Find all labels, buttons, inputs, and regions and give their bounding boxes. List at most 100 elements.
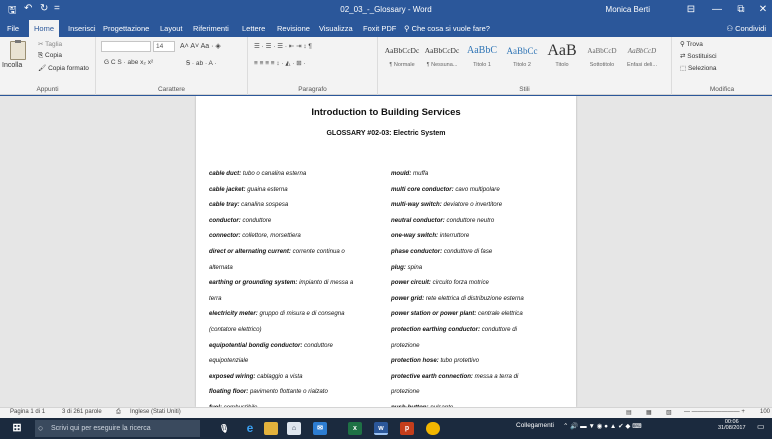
glossary-term: power circuit: (391, 279, 431, 287)
paste-button[interactable]: Incolla (2, 62, 22, 69)
notifications-icon[interactable]: ▭ (757, 422, 765, 431)
style-subtle-emphasis[interactable]: AaBbCcD Enfasi deli... (622, 40, 662, 76)
tab-references[interactable]: Riferimenti (188, 20, 234, 37)
tab-view[interactable]: Visualizza (314, 20, 358, 37)
glossary-line: cable tray: canalina sospesa (209, 197, 379, 213)
system-tray-icons[interactable]: ⌃ 🔊 ▬ ▼ ◉ ● ▲ ✔ ◆ ⌨ (563, 422, 642, 430)
windows-start-icon[interactable]: ⊞ (10, 422, 24, 435)
find-button[interactable]: ⚲ Trova (680, 40, 703, 48)
glossary-term: cable tray: (209, 201, 240, 209)
style-title[interactable]: AaB Titolo (542, 40, 582, 76)
glossary-definition: tubo o canalina esterna (241, 170, 307, 177)
clipboard-group-label: Appunti (36, 86, 59, 93)
edge-browser-icon[interactable]: e (243, 422, 257, 435)
minimize-button[interactable]: — (706, 2, 728, 18)
powerpoint-icon[interactable]: p (400, 422, 414, 435)
glossary-definition: conduttore di (480, 325, 517, 333)
glossary-line: one-way switch: interruttore (391, 228, 561, 244)
font-name-combo[interactable] (101, 41, 151, 52)
glossary-term: mould: (391, 170, 412, 177)
list-buttons[interactable]: ☰ · ☰ · ☰ · ⇤ ⇥ ↕ ¶ (254, 42, 312, 50)
glossary-line: alternata (209, 260, 379, 276)
zoom-level[interactable]: 100 (760, 409, 770, 415)
format-painter-button[interactable]: 🖌 Copia formato (38, 64, 89, 72)
clock[interactable]: 00:06 31/08/2017 (718, 419, 746, 431)
tab-review[interactable]: Revisione (272, 20, 315, 37)
style-preview: AaBbCcDc (424, 46, 460, 55)
taskbar-search-box[interactable]: ○ Scrivi qui per eseguire la ricerca (35, 420, 200, 437)
user-name[interactable]: Monica Berti (606, 5, 650, 14)
glossary-definition: muffa (411, 170, 429, 177)
glossary-definition: pavimento flottante o rialzato (248, 388, 328, 396)
font-color-buttons[interactable]: Ꞩ · ab · A · (186, 59, 217, 67)
glossary-definition: centrale elettrica (476, 310, 523, 318)
tab-foxit-pdf[interactable]: Foxit PDF (358, 20, 401, 37)
document-title: 02_03_-_Glossary - Word (340, 5, 432, 14)
proofing-icon[interactable]: ⎙ (116, 409, 121, 416)
glossary-definition: equipotenziale (209, 357, 249, 365)
tab-layout[interactable]: Layout (155, 20, 188, 37)
taskbar: ⊞ ○ Scrivi qui per eseguire la ricerca 🎙… (0, 418, 772, 439)
style-heading-2[interactable]: AaBbCc Titolo 2 (502, 40, 542, 76)
tab-insert[interactable]: Inserisci (63, 20, 101, 37)
word-count[interactable]: 3 di 261 parole (62, 409, 102, 415)
title-bar: 🖫 ↶ ↻ = 02_03_-_Glossary - Word Monica B… (0, 0, 772, 20)
glossary-term: protective earth connection: (391, 372, 473, 380)
zoom-slider[interactable]: — ———————— + (684, 409, 745, 415)
select-label: Seleziona (687, 65, 717, 72)
glossary-line: equipotential bondig conductor: condutto… (209, 338, 379, 354)
style-name: Enfasi deli... (627, 62, 657, 68)
font-size-buttons[interactable]: A˄ A˅ Aa · ◈ (180, 42, 221, 50)
document-page[interactable]: Introduction to Building Services GLOSSA… (196, 96, 576, 407)
font-size-combo[interactable]: 14 (153, 41, 175, 52)
style-normal[interactable]: AaBbCcDc ¶ Normale (382, 40, 422, 76)
print-layout-icon[interactable]: ▦ (646, 409, 652, 416)
read-mode-icon[interactable]: ▤ (626, 409, 632, 416)
word-icon[interactable]: w (374, 422, 388, 435)
alignment-buttons[interactable]: ≡ ≡ ≡ ≡ ↕ · ◭ · ⊞ · (254, 59, 306, 67)
microphone-icon[interactable]: 🎙 (217, 422, 231, 435)
close-button[interactable]: ✕ (752, 2, 772, 18)
glossary-line: direct or alternating current: corrente … (209, 244, 379, 260)
status-bar: Pagina 1 di 1 3 di 261 parole ⎙ Inglese … (0, 407, 772, 418)
style-name: Titolo (555, 62, 569, 68)
language-indicator[interactable]: Inglese (Stati Uniti) (130, 409, 181, 415)
replace-button[interactable]: ⇄ Sostituisci (680, 52, 717, 60)
glossary-definition: interruttore (438, 232, 470, 240)
tab-file[interactable]: File (2, 20, 24, 37)
glossary-definition: circuito forza motrice (430, 279, 489, 287)
style-heading-1[interactable]: AaBbC Titolo 1 (462, 40, 502, 76)
paste-icon[interactable] (10, 40, 26, 60)
page-count[interactable]: Pagina 1 di 1 (10, 409, 45, 415)
glossary-definition: protezione (391, 388, 420, 396)
tab-home[interactable]: Home (29, 20, 60, 37)
tab-design[interactable]: Progettazione (98, 20, 154, 37)
style-subtitle[interactable]: AaBbCcD Sottotitolo (582, 40, 622, 76)
replace-label: Sostituisci (687, 53, 717, 60)
mail-icon[interactable]: ✉ (313, 422, 327, 435)
ribbon-display-icon[interactable]: ⊟ (680, 2, 702, 18)
network-label[interactable]: Collegamenti (516, 422, 554, 429)
excel-icon[interactable]: x (348, 422, 362, 435)
font-style-buttons[interactable]: G C S · abe x₂ x² (104, 59, 153, 66)
tab-mailings[interactable]: Lettere (237, 20, 270, 37)
find-label: Trova (686, 41, 703, 48)
glossary-term: cable jacket: (209, 185, 246, 193)
glossary-line: power station or power plant: centrale e… (391, 306, 561, 322)
tell-me-box[interactable]: ⚲ Che cosa si vuole fare? (399, 20, 495, 37)
glossary-term: exposed wiring: (209, 372, 256, 380)
glossary-line: conductor: conduttore (209, 213, 379, 229)
style-no-spacing[interactable]: AaBbCcDc ¶ Nessuna... (422, 40, 462, 76)
restore-button[interactable]: ⧉ (730, 2, 752, 18)
file-explorer-icon[interactable] (264, 422, 278, 435)
font-group: 14 A˄ A˅ Aa · ◈ G C S · abe x₂ x² Ꞩ · ab… (96, 37, 248, 95)
copy-button[interactable]: ⎘ Copia (38, 52, 62, 60)
web-layout-icon[interactable]: ▧ (666, 409, 672, 416)
cut-button[interactable]: ✂ Taglia (38, 40, 62, 48)
paragraph-group-label: Paragrafo (298, 86, 327, 93)
share-button[interactable]: ⚇ Condividi (726, 20, 766, 37)
chrome-icon[interactable] (426, 422, 440, 435)
select-button[interactable]: ⬚ Seleziona (680, 64, 717, 72)
glossary-line: (contatore elettrico) (209, 322, 379, 338)
store-icon[interactable]: ⌂ (287, 422, 301, 435)
